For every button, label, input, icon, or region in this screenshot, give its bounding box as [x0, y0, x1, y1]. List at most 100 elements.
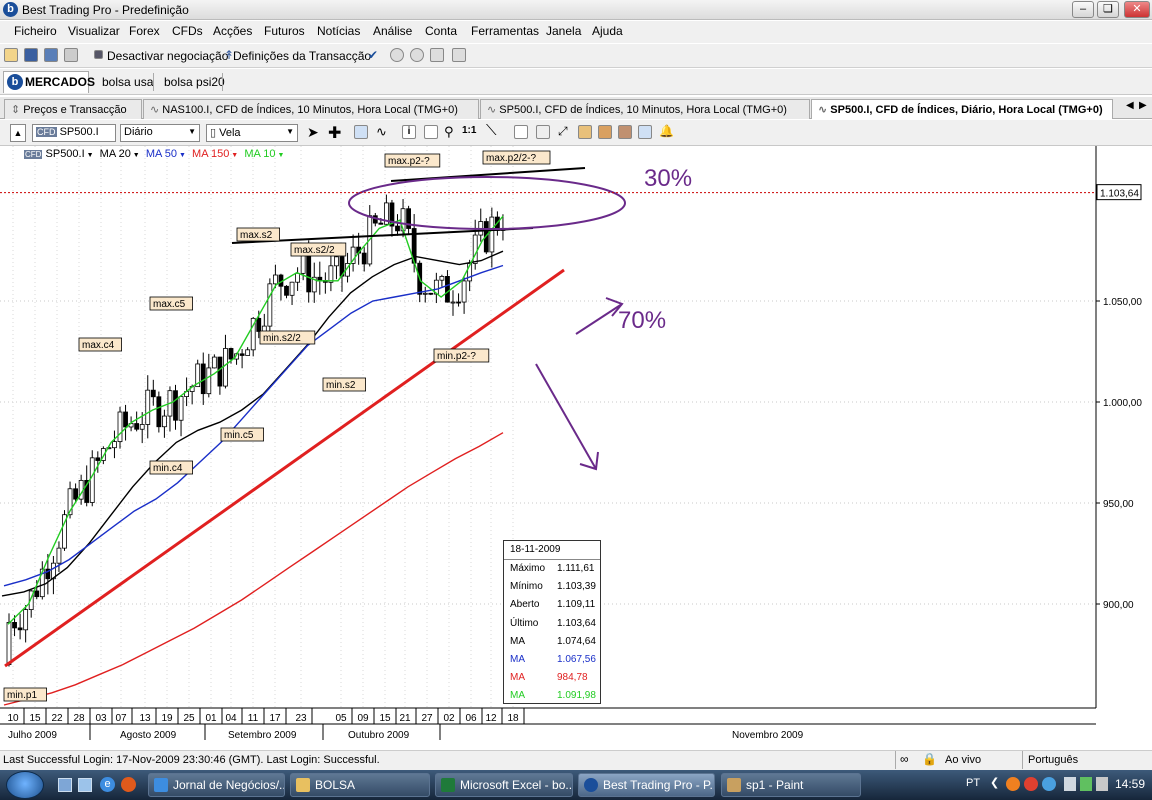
menu-noticias[interactable]: Notícias: [317, 24, 360, 38]
save-as-icon[interactable]: [44, 48, 58, 62]
maximize-button[interactable]: ❏: [1097, 1, 1119, 18]
legend-item[interactable]: MA 20: [100, 148, 131, 160]
candle-body: [56, 547, 62, 564]
zoom-reset-icon[interactable]: 1:1: [462, 125, 476, 136]
tooltip-row: Último 1.103,64: [510, 618, 598, 634]
taskbar-item-label: sp1 - Paint: [746, 778, 804, 792]
tray-expand-icon[interactable]: ❮: [990, 776, 999, 789]
taskbar-item[interactable]: Jornal de Negócios/...: [148, 773, 285, 797]
crosshair-tool-icon[interactable]: ✚: [328, 123, 341, 143]
symbol-value: SP500.I: [59, 126, 99, 138]
collapse-up-icon[interactable]: ▲: [10, 124, 26, 142]
period-select[interactable]: Diário ▼: [120, 124, 200, 142]
legend-item[interactable]: MA 150: [192, 148, 229, 160]
legend-item[interactable]: MA 10: [244, 148, 275, 160]
back-icon[interactable]: [390, 48, 404, 62]
taskbar-item[interactable]: Best Trading Pro - P...: [578, 773, 715, 797]
tab-bolsa-usa[interactable]: bolsa usa: [102, 75, 153, 89]
ma-line: [7, 215, 504, 625]
ie-icon[interactable]: e: [100, 777, 115, 792]
app-logo-icon: b: [3, 2, 18, 17]
delete-template-icon[interactable]: [618, 125, 632, 139]
menu-forex[interactable]: Forex: [129, 24, 160, 38]
minimize-button[interactable]: –: [1072, 1, 1094, 18]
tray-app-icon[interactable]: [1024, 777, 1038, 791]
tab-nas100-10min[interactable]: ∿ NAS100.I, CFD de Índices, 10 Minutos, …: [143, 99, 479, 119]
alert-bell-icon[interactable]: 🔔: [659, 124, 674, 138]
legend-item[interactable]: MA 50: [146, 148, 177, 160]
candle-body: [395, 225, 400, 232]
language-status[interactable]: Português: [1028, 754, 1078, 766]
check-icon[interactable]: ✔: [368, 48, 378, 62]
menu-cfds[interactable]: CFDs: [172, 24, 203, 38]
menu-ajuda[interactable]: Ajuda: [592, 24, 623, 38]
menu-analise[interactable]: Análise: [373, 24, 412, 38]
x-tick-label: 17: [269, 713, 281, 724]
line-tool-icon[interactable]: ⟍: [486, 122, 497, 139]
grid-tool-icon[interactable]: [354, 125, 368, 139]
tab-precos-transaccao[interactable]: ⇕ Preços e Transacção: [4, 99, 142, 119]
taskbar-item[interactable]: Microsoft Excel - bo...: [435, 773, 573, 797]
network-icon[interactable]: [1080, 777, 1092, 791]
menu-ferramentas[interactable]: Ferramentas: [471, 24, 539, 38]
chevron-down-icon[interactable]: ▼: [131, 152, 140, 159]
menu-futuros[interactable]: Futuros: [264, 24, 305, 38]
symbol-input[interactable]: CFD SP500.I: [32, 124, 116, 142]
media-icon[interactable]: [121, 777, 136, 792]
close-button[interactable]: ✕: [1124, 1, 1150, 18]
link-charts-icon[interactable]: [638, 125, 652, 139]
tab-bolsa-psi20[interactable]: bolsa psi20: [164, 75, 225, 89]
info-tool-icon[interactable]: i: [402, 125, 416, 139]
tab-sp500-diario[interactable]: ∿ SP500.I, CFD de Índices, Diário, Hora …: [811, 99, 1113, 119]
show-desktop-icon[interactable]: [58, 778, 72, 792]
expand-icon[interactable]: ⤢: [558, 124, 568, 139]
month-label: Novembro 2009: [732, 730, 804, 741]
input-language[interactable]: PT: [966, 777, 980, 789]
menu-visualizar[interactable]: Visualizar: [68, 24, 120, 38]
tray-app-icon[interactable]: [1006, 777, 1020, 791]
chevron-down-icon[interactable]: ▼: [276, 152, 284, 159]
tooltip-divider: [504, 559, 600, 560]
indicator-tool-icon[interactable]: ∿: [376, 124, 387, 140]
home-icon[interactable]: [430, 48, 444, 62]
x-tick-label: 04: [225, 713, 237, 724]
save-template-icon[interactable]: [598, 125, 612, 139]
chevron-down-icon[interactable]: ▼: [229, 152, 238, 159]
menu-accoes[interactable]: Acções: [213, 24, 252, 38]
legend-item[interactable]: SP500.I: [46, 148, 85, 160]
refresh-icon[interactable]: [452, 48, 466, 62]
menu-janela[interactable]: Janela: [546, 24, 581, 38]
cursor-tool-icon[interactable]: ➤: [307, 124, 319, 141]
template-icon[interactable]: [578, 125, 592, 139]
live-status: Ao vivo: [945, 754, 982, 766]
tab-scroll-left-icon[interactable]: ◀: [1126, 100, 1134, 111]
taskbar-item[interactable]: BOLSA: [290, 773, 430, 797]
chevron-down-icon[interactable]: ▼: [177, 152, 186, 159]
tray-app-icon[interactable]: [1064, 777, 1076, 791]
start-button-icon[interactable]: [6, 771, 44, 799]
deactivate-trading-button[interactable]: Desactivar negociação: [107, 49, 228, 63]
switch-windows-icon[interactable]: [78, 778, 92, 792]
menu-ficheiro[interactable]: Ficheiro: [14, 24, 57, 38]
taskbar-item[interactable]: sp1 - Paint: [721, 773, 861, 797]
speaker-icon[interactable]: [1096, 777, 1108, 791]
chevron-down-icon[interactable]: ▼: [85, 152, 94, 159]
tooltip-row-label: MA: [510, 635, 525, 647]
open-folder-icon[interactable]: [4, 48, 18, 62]
fibonacci-tool-icon[interactable]: [536, 125, 550, 139]
tab-sp500-10min[interactable]: ∿ SP500.I, CFD de Índices, 10 Minutos, H…: [480, 99, 810, 119]
eraser-tool-icon[interactable]: [514, 125, 528, 139]
tray-app-icon[interactable]: [1042, 777, 1056, 791]
zoom-icon[interactable]: ⚲: [444, 124, 454, 140]
forward-icon[interactable]: [410, 48, 424, 62]
candle-body: [295, 272, 301, 283]
tab-mercados[interactable]: b MERCADOS: [3, 71, 95, 93]
tooltip-row-value: 1.103,39: [557, 581, 596, 593]
zoom-area-icon[interactable]: [424, 125, 438, 139]
tab-scroll-right-icon[interactable]: ▶: [1139, 100, 1147, 111]
chart-type-select[interactable]: ▯ Vela ▼: [206, 124, 298, 142]
print-icon[interactable]: [64, 48, 78, 62]
menu-conta[interactable]: Conta: [425, 24, 457, 38]
save-icon[interactable]: [24, 48, 38, 62]
transaction-settings-button[interactable]: Definições da Transacção: [233, 49, 371, 63]
